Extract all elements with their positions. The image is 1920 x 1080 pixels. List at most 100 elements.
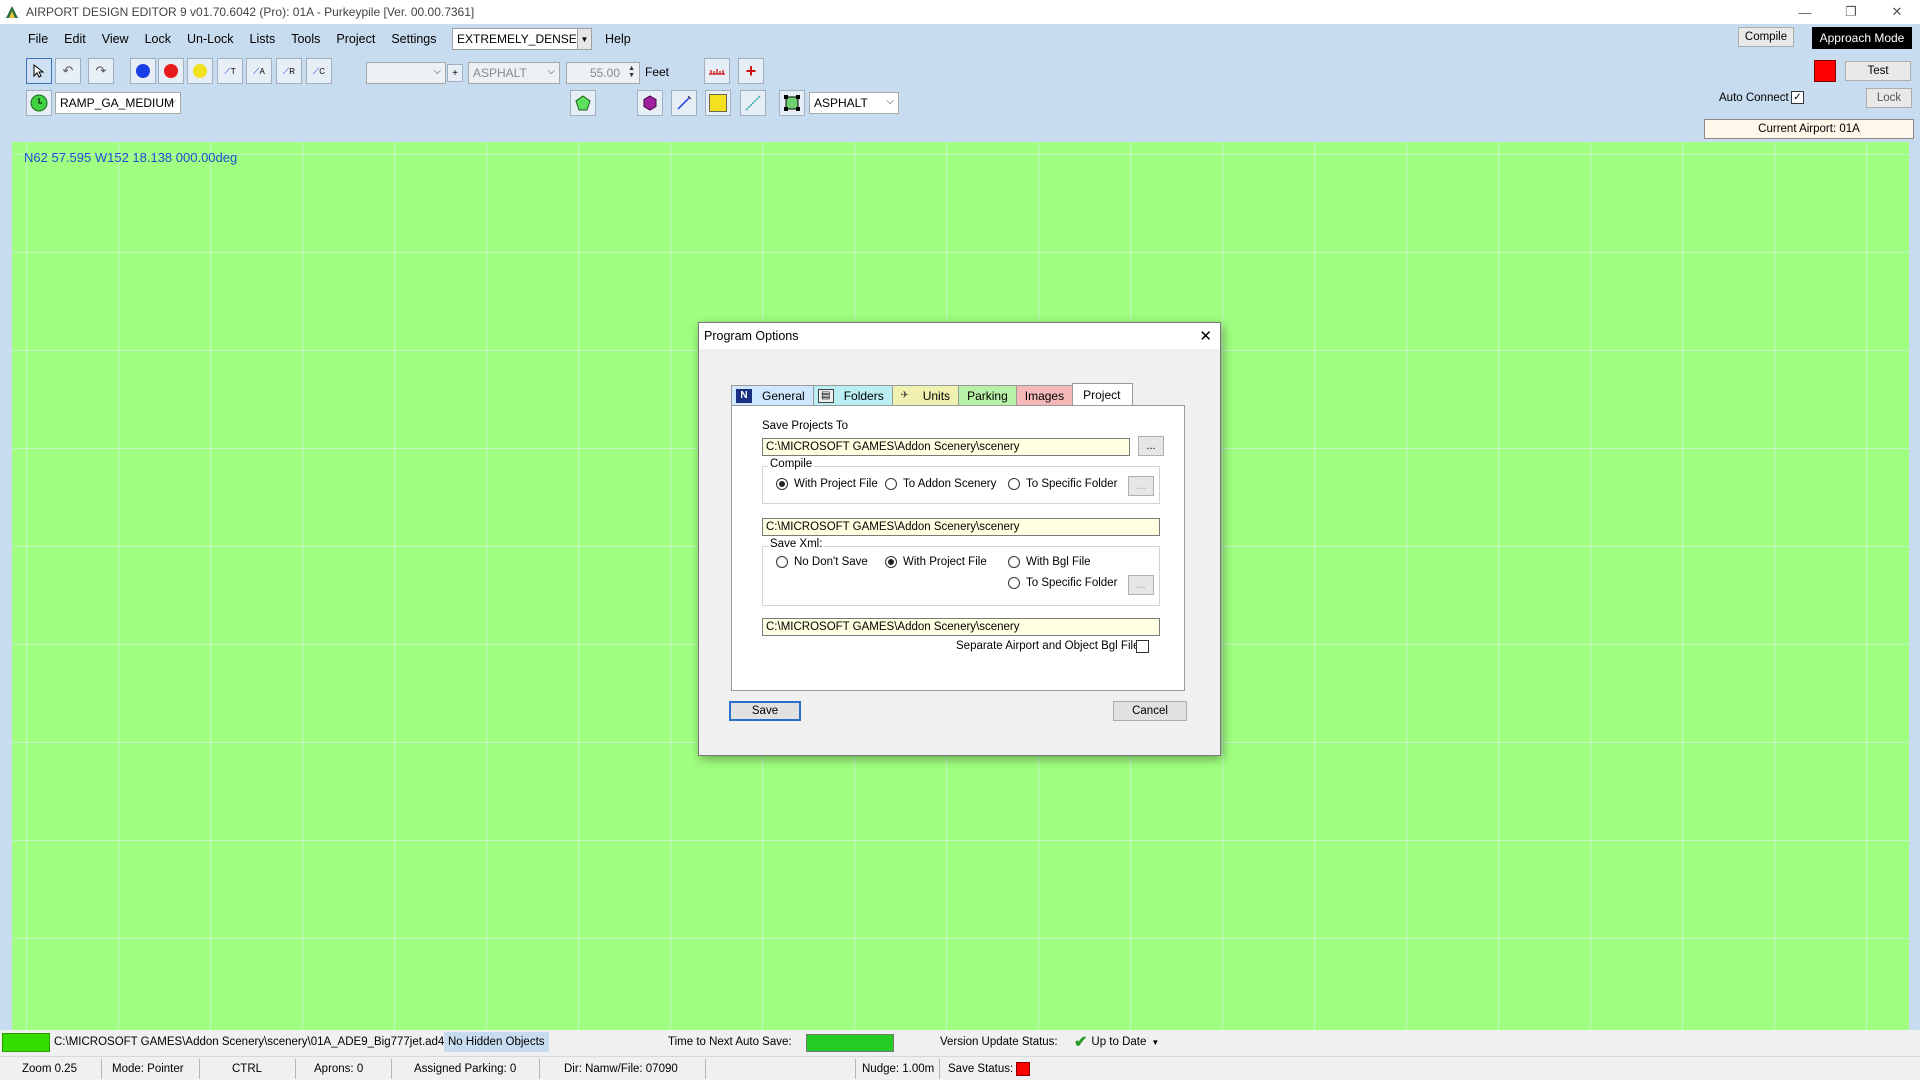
tab-units[interactable]: ✈ Units <box>891 385 960 405</box>
green-pentagon-icon <box>575 95 591 111</box>
apron-polygon-button[interactable] <box>570 90 596 116</box>
compile-button[interactable]: Compile <box>1738 27 1794 47</box>
dialog-title-bar: Program Options ✕ <box>699 323 1220 349</box>
save-button[interactable]: Save <box>729 701 801 721</box>
approach-mode-button[interactable]: Approach Mode <box>1812 27 1912 49</box>
tab-parking[interactable]: Parking <box>958 385 1017 405</box>
browse-xml-folder-button[interactable]: ... <box>1128 575 1154 595</box>
blue-node-button[interactable] <box>130 58 156 84</box>
save-projects-path-field[interactable]: C:\MICROSOFT GAMES\Addon Scenery\scenery <box>762 438 1130 456</box>
xml-no-save-radio[interactable]: No Don't Save <box>776 556 868 568</box>
save-xml-group <box>762 546 1160 606</box>
chevron-down-icon: ▼ <box>1151 1037 1160 1047</box>
project-tab-panel: Save Projects To C:\MICROSOFT GAMES\Addo… <box>731 405 1185 691</box>
redo-icon: ↷ <box>95 63 107 78</box>
clock-tool-button[interactable] <box>26 90 52 116</box>
save-xml-group-label: Save Xml: <box>768 538 825 550</box>
redo-button[interactable]: ↷ <box>88 58 114 84</box>
compile-to-folder-radio[interactable]: To Specific Folder <box>1008 478 1117 490</box>
connector-tool-button[interactable]: ⟋ C <box>306 58 332 84</box>
xml-path-field[interactable]: C:\MICROSOFT GAMES\Addon Scenery\scenery <box>762 618 1160 636</box>
menu-help[interactable]: Help <box>605 32 631 46</box>
runway-tool-button[interactable]: ⟋ R <box>276 58 302 84</box>
chevron-down-icon: ⌵ <box>547 66 555 77</box>
yellow-dot-icon <box>193 64 207 78</box>
object-tool-button[interactable] <box>637 90 663 116</box>
auto-connect-checkbox[interactable]: ✓ <box>1791 91 1804 104</box>
ramp-type-value: RAMP_GA_MEDIUM <box>60 96 175 110</box>
line-tool-button[interactable] <box>740 90 766 116</box>
dashed-line-icon <box>745 95 761 111</box>
width-unit-label: Feet <box>645 65 670 79</box>
version-status-label: Version Update Status: <box>940 1036 1058 1048</box>
checkmark-icon: ✓ <box>1793 92 1802 103</box>
boundary-icon <box>784 95 800 111</box>
status-bar-top: C:\MICROSOFT GAMES\Addon Scenery\scenery… <box>0 1030 1920 1056</box>
compile-path-field[interactable]: C:\MICROSOFT GAMES\Addon Scenery\scenery <box>762 518 1160 536</box>
separate-bgl-checkbox[interactable] <box>1136 640 1149 653</box>
taxi-line-tool-button[interactable]: ⟋ T <box>217 58 243 84</box>
auto-save-label: Time to Next Auto Save: <box>668 1036 792 1048</box>
menu-file[interactable]: File <box>20 28 56 50</box>
width-value: 55.00 <box>589 66 621 80</box>
menu-tools[interactable]: Tools <box>283 28 328 50</box>
fill-color-button[interactable] <box>705 90 731 116</box>
surface-select-1[interactable]: ASPHALT ⌵ <box>468 62 560 84</box>
menu-project[interactable]: Project <box>328 28 383 50</box>
add-line-type-button[interactable]: + <box>447 64 463 82</box>
apron-tool-button[interactable]: ⟋ A <box>246 58 272 84</box>
close-window-button[interactable]: ✕ <box>1874 0 1920 24</box>
dir-status: Dir: Namw/File: 07090 <box>560 1059 706 1079</box>
hidden-objects-badge[interactable]: No Hidden Objects <box>444 1032 549 1052</box>
pointer-icon <box>33 64 45 78</box>
menu-view[interactable]: View <box>94 28 137 50</box>
edge-tool-button[interactable] <box>671 90 697 116</box>
units-icon: ✈ <box>900 390 909 401</box>
save-projects-to-label: Save Projects To <box>762 420 849 432</box>
version-status-dropdown[interactable]: ✔ Up to Date ▼ <box>1070 1032 1163 1052</box>
green-clock-icon <box>30 94 48 112</box>
lock-button[interactable]: Lock <box>1866 88 1912 108</box>
density-select[interactable]: EXTREMELY_DENSE ▼ <box>452 28 592 50</box>
zoom-status: Zoom 0.25 <box>18 1059 102 1079</box>
ruler-tool-button[interactable] <box>704 58 730 84</box>
map-coordinates: N62 57.595 W152 18.138 000.00deg <box>24 150 238 165</box>
undo-button[interactable]: ↶ <box>55 58 81 84</box>
ramp-type-select[interactable]: RAMP_GA_MEDIUM ⌵ <box>55 92 181 114</box>
xml-to-folder-radio[interactable]: To Specific Folder <box>1008 577 1117 589</box>
minimize-button[interactable]: — <box>1782 0 1828 24</box>
assigned-parking-status: Assigned Parking: 0 <box>410 1059 540 1079</box>
file-status-indicator <box>2 1033 50 1052</box>
width-stepper[interactable]: 55.00 ▲ ▼ <box>566 62 640 84</box>
general-icon: N <box>736 388 752 403</box>
menu-bar: File Edit View Lock Un-Lock Lists Tools … <box>20 28 445 50</box>
tab-general[interactable]: N General <box>731 385 814 405</box>
menu-lock[interactable]: Lock <box>137 28 179 50</box>
pointer-tool-button[interactable] <box>26 58 52 84</box>
tab-project[interactable]: Project <box>1072 383 1134 405</box>
tab-images[interactable]: Images <box>1015 385 1074 405</box>
surface-value-2: ASPHALT <box>814 96 868 110</box>
cancel-button[interactable]: Cancel <box>1113 701 1187 721</box>
boundary-tool-button[interactable] <box>779 90 805 116</box>
tab-folders[interactable]: ▤ Folders <box>812 385 893 405</box>
compile-to-addon-radio[interactable]: To Addon Scenery <box>885 478 996 490</box>
menu-settings[interactable]: Settings <box>383 28 444 50</box>
xml-with-project-radio[interactable]: With Project File <box>885 556 987 568</box>
menu-edit[interactable]: Edit <box>56 28 94 50</box>
menu-lists[interactable]: Lists <box>242 28 284 50</box>
red-node-button[interactable] <box>158 58 184 84</box>
save-status-indicator <box>1016 1062 1030 1076</box>
browse-compile-folder-button[interactable]: ... <box>1128 476 1154 496</box>
add-point-button[interactable]: + <box>738 58 764 84</box>
surface-select-2[interactable]: ASPHALT ⌵ <box>809 92 899 114</box>
yellow-node-button[interactable] <box>187 58 213 84</box>
xml-with-bgl-radio[interactable]: With Bgl File <box>1008 556 1091 568</box>
restore-button[interactable]: ❐ <box>1828 0 1874 24</box>
close-icon[interactable]: ✕ <box>1199 327 1212 345</box>
browse-projects-button[interactable]: ... <box>1138 436 1164 456</box>
compile-with-project-radio[interactable]: With Project File <box>776 478 878 490</box>
menu-unlock[interactable]: Un-Lock <box>179 28 242 50</box>
test-button[interactable]: Test <box>1845 61 1911 81</box>
line-type-select[interactable]: ⌵ <box>366 62 446 84</box>
